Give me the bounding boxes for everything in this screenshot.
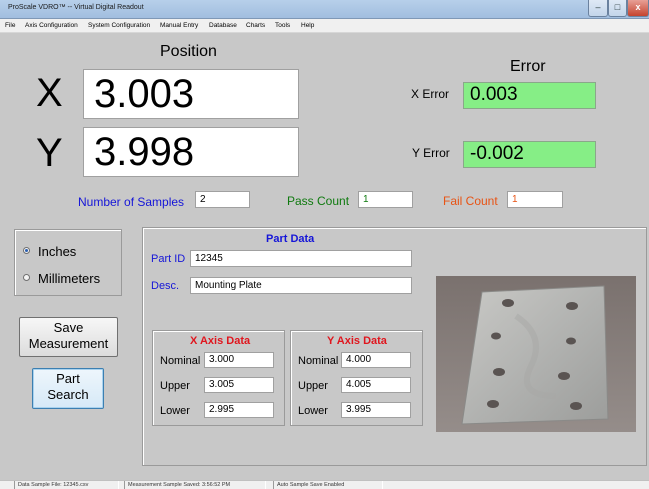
window-title: ProScale VDRO™ -- Virtual Digital Readou… — [8, 4, 144, 11]
minimize-button[interactable]: – — [588, 0, 608, 17]
y-error-label: Y Error — [412, 146, 450, 160]
y-lower-field[interactable]: 3.995 — [341, 402, 411, 418]
x-lower-field[interactable]: 2.995 — [204, 402, 274, 418]
part-id-label: Part ID — [151, 253, 186, 265]
maximize-button[interactable]: □ — [608, 0, 627, 17]
menu-database[interactable]: Database — [209, 22, 237, 29]
y-position-readout: 3.998 — [83, 127, 299, 177]
menu-charts[interactable]: Charts — [246, 22, 265, 29]
fail-count-label: Fail Count — [443, 194, 498, 208]
samples-label: Number of Samples — [78, 195, 185, 209]
menu-axis-configuration[interactable]: Axis Configuration — [25, 22, 78, 29]
y-nominal-label: Nominal — [298, 355, 339, 367]
menu-manual-entry[interactable]: Manual Entry — [160, 22, 198, 29]
description-label: Desc. — [151, 280, 180, 292]
save-button-line1: Save — [53, 320, 84, 335]
samples-count-field[interactable]: 2 — [195, 191, 250, 208]
y-error-readout: -0.002 — [463, 141, 596, 168]
x-upper-field[interactable]: 3.005 — [204, 377, 274, 393]
inches-label[interactable]: Inches — [38, 244, 76, 259]
x-error-label: X Error — [411, 87, 450, 101]
y-axis-data-title: Y Axis Data — [327, 335, 387, 347]
search-button-line1: Part — [56, 371, 80, 386]
x-lower-label: Lower — [160, 405, 190, 417]
save-measurement-button[interactable]: Save Measurement — [19, 317, 118, 357]
fail-count-field[interactable]: 1 — [507, 191, 563, 208]
pass-count-label: Pass Count — [287, 194, 350, 208]
search-button-line2: Search — [47, 387, 89, 402]
description-field[interactable]: Mounting Plate — [190, 277, 412, 294]
y-upper-field[interactable]: 4.005 — [341, 377, 411, 393]
y-upper-label: Upper — [298, 380, 328, 392]
part-id-field[interactable]: 12345 — [190, 250, 412, 267]
title-bar: ProScale VDRO™ -- Virtual Digital Readou… — [0, 0, 649, 19]
menu-help[interactable]: Help — [301, 22, 314, 29]
x-position-readout: 3.003 — [83, 69, 299, 119]
y-axis-letter: Y — [36, 131, 63, 175]
part-data-title: Part Data — [266, 233, 315, 245]
menu-tools[interactable]: Tools — [275, 22, 290, 29]
menu-bar: File Axis Configuration System Configura… — [0, 19, 649, 33]
y-lower-label: Lower — [298, 405, 328, 417]
x-upper-label: Upper — [160, 380, 190, 392]
x-nominal-field[interactable]: 3.000 — [204, 352, 274, 368]
inches-radio[interactable] — [23, 247, 30, 254]
part-photo — [436, 276, 636, 432]
pass-count-field[interactable]: 1 — [358, 191, 413, 208]
part-search-button[interactable]: Part Search — [32, 368, 104, 409]
position-title: Position — [160, 43, 217, 60]
status-data-file: Data Sample File: 12345.csv — [14, 481, 119, 489]
save-button-line2: Measurement — [28, 336, 109, 351]
status-sample-saved: Measurement Sample Saved: 3:56:52 PM — [124, 481, 266, 489]
menu-file[interactable]: File — [5, 22, 15, 29]
x-axis-data-title: X Axis Data — [190, 335, 251, 347]
x-axis-letter: X — [36, 71, 63, 115]
status-auto-save: Auto Sample Save Enabled — [273, 481, 383, 489]
error-title: Error — [510, 58, 546, 75]
menu-system-configuration[interactable]: System Configuration — [88, 22, 150, 29]
millimeters-label[interactable]: Millimeters — [38, 271, 100, 286]
millimeters-radio[interactable] — [23, 274, 30, 281]
x-error-readout: 0.003 — [463, 82, 596, 109]
close-button[interactable]: x — [627, 0, 649, 17]
x-nominal-label: Nominal — [160, 355, 201, 367]
y-nominal-field[interactable]: 4.000 — [341, 352, 411, 368]
